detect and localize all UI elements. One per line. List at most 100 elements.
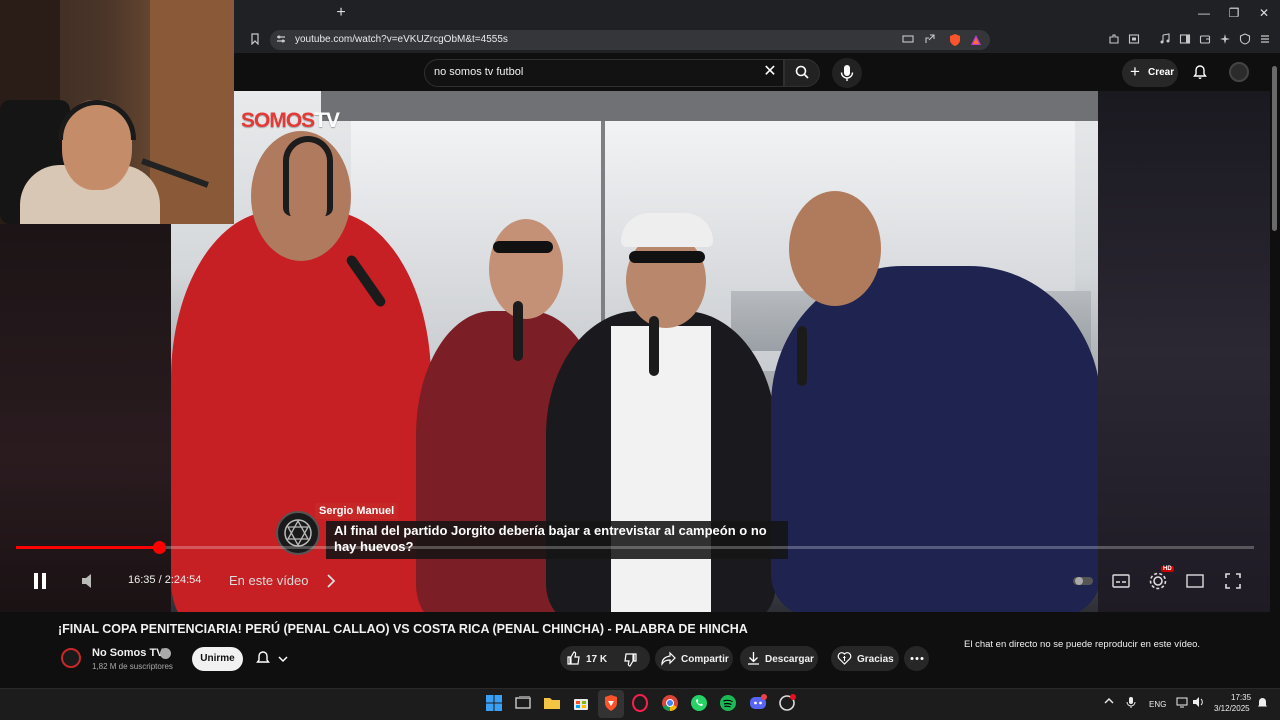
share-icon: [661, 651, 676, 666]
guest-microphone-3: [797, 326, 807, 386]
create-label: Crear: [1148, 67, 1175, 78]
browser-menu-icon[interactable]: [1258, 33, 1272, 47]
tray-microphone-icon[interactable]: [1126, 696, 1136, 710]
brave-browser-icon[interactable]: [601, 693, 621, 713]
dislike-icon[interactable]: [623, 652, 638, 667]
share-page-icon[interactable]: [923, 33, 937, 47]
microsoft-store-icon[interactable]: [571, 693, 591, 713]
guest-head-2: [626, 233, 706, 328]
extensions-icon[interactable]: [1107, 33, 1121, 47]
chrome-icon[interactable]: [660, 693, 680, 713]
minimize-icon[interactable]: —: [1197, 6, 1211, 20]
voice-search-button[interactable]: [832, 58, 862, 88]
channel-avatar[interactable]: [61, 648, 81, 668]
guest-microphone-1: [513, 301, 523, 361]
clock-date[interactable]: 3/12/2025: [1214, 704, 1250, 713]
like-count[interactable]: 17 K: [586, 654, 607, 665]
page-scrollbar-thumb[interactable]: [1272, 66, 1277, 231]
account-avatar[interactable]: [1229, 62, 1249, 82]
subscriber-count: 1,82 M de suscriptores: [92, 662, 173, 671]
webcam-overlay: [0, 0, 234, 224]
search-icon[interactable]: [795, 65, 809, 79]
close-window-icon[interactable]: ✕: [1257, 6, 1271, 20]
screen: + — ❐ ✕ youtube.com/watch?v=eVKUZrcgObM&…: [0, 0, 1280, 720]
guest-navy-jacket: [771, 266, 1098, 612]
thanks-heart-icon: [837, 652, 852, 665]
white-cap: [621, 213, 713, 247]
ambient-left: [0, 224, 171, 612]
chapter-label[interactable]: En este vídeo: [229, 573, 309, 588]
search-query[interactable]: no somos tv futbol: [434, 66, 523, 78]
sunglasses: [493, 241, 553, 253]
join-button[interactable]: Unirme: [192, 647, 243, 671]
tray-network-icon[interactable]: [1176, 696, 1188, 710]
white-shirt: [611, 326, 711, 612]
streamer-headset: [58, 100, 136, 140]
input-language[interactable]: ENG: [1149, 700, 1166, 709]
video-title: ¡FINAL COPA PENITENCIARIA! PERÚ (PENAL C…: [58, 622, 748, 636]
obs-recording-icon[interactable]: [777, 693, 797, 713]
brave-rewards-icon[interactable]: [969, 33, 983, 47]
microphone-icon: [840, 65, 854, 81]
settings-gear-icon[interactable]: [1147, 570, 1169, 592]
clear-search-icon[interactable]: ✕: [762, 63, 778, 81]
theater-mode-icon[interactable]: [1184, 570, 1206, 592]
spotify-icon[interactable]: [718, 693, 738, 713]
chevron-right-icon[interactable]: [320, 570, 342, 592]
browser-tab-strip: [234, 0, 1280, 28]
media-control-icon[interactable]: [1158, 33, 1172, 47]
notifications-bell-icon[interactable]: [1192, 64, 1208, 80]
brave-shield-icon[interactable]: [948, 33, 962, 47]
vpn-shield-icon[interactable]: [1238, 33, 1252, 47]
task-view-icon[interactable]: [513, 693, 533, 713]
sidebar-icon[interactable]: [1178, 33, 1192, 47]
plus-icon: +: [1130, 62, 1140, 81]
volume-icon[interactable]: [78, 570, 100, 592]
cast-icon[interactable]: [901, 33, 915, 47]
more-horizontal-icon: [910, 657, 923, 660]
subtitles-icon[interactable]: [1110, 570, 1132, 592]
leo-ai-icon[interactable]: [1218, 33, 1232, 47]
guest-microphone-2: [649, 316, 659, 376]
guest-head-3: [789, 191, 881, 306]
discord-icon[interactable]: [748, 693, 768, 713]
subscription-bell-button[interactable]: [254, 647, 298, 671]
more-actions-button[interactable]: [904, 646, 929, 671]
bookmark-icon[interactable]: [248, 33, 262, 47]
screenshot-icon[interactable]: [1127, 33, 1141, 47]
channel-name[interactable]: No Somos TV: [92, 647, 164, 659]
ambient-right: [1098, 91, 1270, 612]
verified-check-icon: [160, 648, 171, 659]
download-icon: [748, 652, 759, 665]
fullscreen-icon[interactable]: [1222, 570, 1244, 592]
channel-logo-watermark: SOMOSTV: [241, 109, 340, 132]
progress-played: [16, 546, 160, 549]
share-label: Compartir: [681, 654, 729, 665]
hd-badge: HD: [1161, 566, 1174, 572]
download-label: Descargar: [765, 654, 814, 665]
pause-icon[interactable]: [29, 570, 51, 592]
restore-icon[interactable]: ❐: [1227, 6, 1241, 20]
url-text[interactable]: youtube.com/watch?v=eVKUZrcgObM&t=4555s: [295, 34, 508, 45]
headphones: [283, 136, 333, 216]
clock-time[interactable]: 17:35: [1231, 693, 1251, 702]
caption-message: Al final del partido Jorgito debería baj…: [326, 521, 788, 559]
tray-volume-icon[interactable]: [1192, 696, 1204, 710]
file-explorer-icon[interactable]: [542, 693, 562, 713]
chat-unavailable-message: El chat en directo no se puede reproduci…: [964, 639, 1201, 650]
booth-ceiling: [321, 91, 1098, 121]
windows-start-icon[interactable]: [484, 693, 504, 713]
opera-gx-icon[interactable]: [630, 693, 650, 713]
guest-head-1: [489, 219, 563, 319]
sunglasses: [629, 251, 705, 263]
tray-chevron-up-icon[interactable]: [1104, 696, 1114, 708]
progress-bar[interactable]: [16, 546, 1254, 549]
wallet-icon[interactable]: [1198, 33, 1212, 47]
new-tab-icon[interactable]: +: [334, 5, 348, 21]
whatsapp-icon[interactable]: [689, 693, 709, 713]
notifications-icon[interactable]: [1257, 697, 1268, 711]
like-icon[interactable]: [566, 651, 581, 666]
time-display: 16:35 / 2:24:54: [128, 574, 202, 586]
autoplay-toggle-icon[interactable]: [1072, 570, 1094, 592]
site-settings-icon[interactable]: [274, 33, 288, 47]
